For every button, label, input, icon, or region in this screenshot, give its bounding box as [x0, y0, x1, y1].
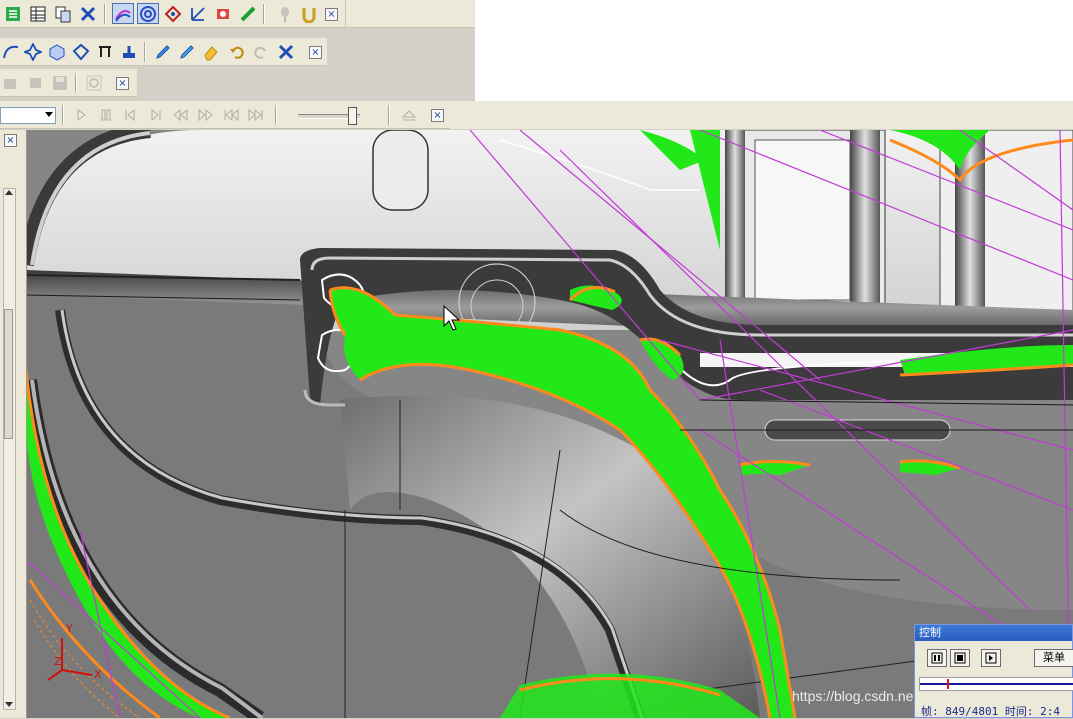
pencil-yellow-icon[interactable]	[176, 41, 198, 62]
pin-icon[interactable]	[274, 3, 296, 24]
toolbar-dock-fill-top	[475, 0, 1073, 101]
play-icon[interactable]	[70, 104, 92, 125]
toolbar-row-3: ×	[0, 69, 137, 97]
close-toolbar-2-icon[interactable]: ×	[309, 46, 322, 59]
left-dock-panel: ×	[0, 130, 27, 718]
frame-progress-track[interactable]	[919, 677, 1073, 691]
step-icon[interactable]	[981, 649, 1001, 667]
svg-text:Z: Z	[54, 655, 62, 668]
frame-time-status: 帧: 849/4801 时间: 2:4	[921, 705, 1060, 718]
toolbar-row-2: ×	[0, 38, 327, 66]
close-playback-toolbar-icon[interactable]: ×	[431, 109, 444, 122]
close-left-panel-icon[interactable]: ×	[4, 134, 17, 147]
step-back-icon[interactable]	[119, 104, 141, 125]
pause-icon[interactable]	[95, 104, 117, 125]
left-panel-scrollbar[interactable]	[3, 188, 16, 710]
speed-slider-thumb[interactable]	[348, 107, 358, 125]
chevron-down-icon	[45, 112, 53, 117]
close-toolbar-3-icon[interactable]: ×	[116, 77, 129, 90]
cam-3d-viewport[interactable]: Y X Z	[0, 130, 1073, 718]
tool-cross-2-icon[interactable]	[275, 41, 297, 62]
to-end-icon[interactable]	[245, 104, 267, 125]
to-start-icon[interactable]	[220, 104, 242, 125]
diamond-points-icon[interactable]	[162, 3, 184, 24]
eraser-icon[interactable]	[200, 41, 222, 62]
stop-icon[interactable]	[950, 649, 970, 667]
axis-tool-icon[interactable]	[187, 3, 209, 24]
sheet-green-icon[interactable]	[2, 3, 24, 24]
bracket-u-icon[interactable]	[298, 3, 320, 24]
lamp-icon[interactable]	[212, 3, 234, 24]
star-boundary-icon[interactable]	[22, 41, 44, 62]
control-panel-title[interactable]: 控制	[915, 625, 1072, 641]
progress-marker[interactable]	[946, 679, 949, 689]
pattern-icon[interactable]	[70, 41, 92, 62]
hole-disabled-icon[interactable]	[83, 72, 105, 93]
redo-icon[interactable]	[250, 41, 272, 62]
pencil-icon[interactable]	[152, 41, 174, 62]
rotate-disabled-icon[interactable]	[24, 72, 46, 93]
tool-cross-icon[interactable]	[77, 3, 99, 24]
pause-icon[interactable]	[927, 649, 947, 667]
move-disabled-icon[interactable]	[0, 72, 22, 93]
toolpath-simulation-view[interactable]: Y X Z	[0, 130, 1073, 718]
close-toolbar-1-icon[interactable]: ×	[325, 8, 338, 21]
menu-button[interactable]: 菜单	[1034, 649, 1073, 667]
undo-icon[interactable]	[226, 41, 248, 62]
spreadsheet-icon[interactable]	[27, 3, 49, 24]
eject-icon[interactable]	[398, 104, 420, 125]
svg-text:X: X	[94, 668, 102, 681]
svg-text:Y: Y	[65, 622, 73, 635]
rewind-icon[interactable]	[169, 104, 191, 125]
chevron-down-icon[interactable]	[5, 702, 13, 707]
curve-icon[interactable]	[0, 41, 22, 62]
toolbar-dock-fill	[450, 101, 1073, 129]
tool-select-dropdown[interactable]	[0, 107, 56, 124]
progress-baseline	[920, 683, 1073, 685]
green-stroke-icon[interactable]	[237, 3, 259, 24]
scrollbar-thumb[interactable]	[4, 309, 13, 439]
copy-docs-icon[interactable]	[52, 3, 74, 24]
playback-toolbar: ×	[0, 101, 450, 129]
fast-forward-icon[interactable]	[195, 104, 217, 125]
chevron-up-icon[interactable]	[5, 190, 13, 195]
stamp-blue-icon[interactable]	[118, 41, 140, 62]
waterline-icon[interactable]	[137, 3, 159, 24]
toolbar-row-1: ×	[0, 0, 345, 28]
surface-finish-icon[interactable]	[112, 3, 134, 24]
simulation-control-panel: 控制 菜单 帧: 849/4801 时间: 2:4	[914, 624, 1073, 718]
speed-slider[interactable]	[298, 107, 360, 125]
save-disabled-icon[interactable]	[49, 72, 71, 93]
stamp-icon[interactable]	[94, 41, 116, 62]
toolbar-row-1-blank	[345, 0, 475, 28]
cube-icon[interactable]	[46, 41, 68, 62]
step-forward-icon[interactable]	[145, 104, 167, 125]
